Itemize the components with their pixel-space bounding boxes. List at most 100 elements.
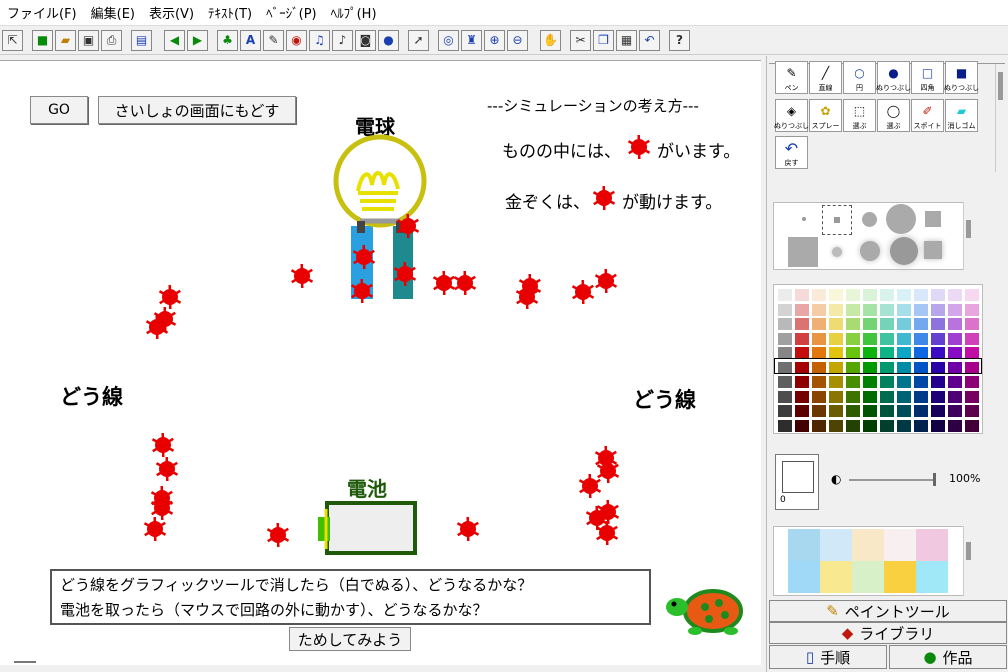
palette-swatch[interactable]: [863, 332, 877, 345]
palette-swatch[interactable]: [778, 289, 792, 301]
tool-scrollbar[interactable]: [995, 64, 1005, 172]
palette-swatch[interactable]: [795, 390, 809, 403]
palette-swatch[interactable]: [880, 303, 894, 316]
palette-swatch[interactable]: [948, 419, 962, 432]
draw-tool-icon[interactable]: ✎: [263, 30, 284, 51]
palette-swatch[interactable]: [812, 332, 826, 345]
music-icon[interactable]: ♫: [309, 30, 330, 51]
cut-icon[interactable]: ✂: [570, 30, 591, 51]
palette-swatch[interactable]: [931, 318, 945, 330]
palette-swatch[interactable]: [965, 318, 979, 330]
character-icon[interactable]: ♣: [217, 30, 238, 51]
mic-icon[interactable]: ♪: [332, 30, 353, 51]
try-button[interactable]: ためしてみよう: [289, 627, 411, 651]
palette-swatch[interactable]: [948, 289, 962, 301]
palette-swatch[interactable]: [948, 303, 962, 316]
current-color-preview[interactable]: 0: [775, 454, 819, 510]
spray-tool[interactable]: ✿ スプレー: [809, 99, 842, 132]
brush-scrollbar[interactable]: [963, 202, 973, 270]
palette-swatch[interactable]: [863, 303, 877, 316]
tab-paint-tools[interactable]: ✎ ペイントツール: [769, 600, 1007, 622]
palette-swatch[interactable]: [846, 376, 860, 388]
palette-swatch[interactable]: [863, 318, 877, 330]
brush-size-picker[interactable]: [773, 202, 971, 270]
globe-icon[interactable]: ●: [378, 30, 399, 51]
palette-swatch[interactable]: [931, 376, 945, 388]
palette-swatch[interactable]: [846, 405, 860, 417]
palette-swatch[interactable]: [965, 289, 979, 301]
palette-swatch[interactable]: [897, 332, 911, 345]
palette-swatch[interactable]: [965, 332, 979, 345]
palette-swatch[interactable]: [795, 289, 809, 301]
palette-swatch[interactable]: [914, 419, 928, 432]
palette-swatch[interactable]: [795, 318, 809, 330]
palette-swatch[interactable]: [829, 376, 843, 388]
palette-swatch[interactable]: [795, 376, 809, 388]
palette-swatch[interactable]: [795, 303, 809, 316]
eraser-tool[interactable]: ▰ 消しゴム: [945, 99, 978, 132]
palette-swatch[interactable]: [812, 303, 826, 316]
texture-scrollbar[interactable]: [963, 526, 973, 596]
palette-swatch[interactable]: [812, 318, 826, 330]
text-tool-icon[interactable]: A: [240, 30, 261, 51]
menu-file[interactable]: ファイル(F): [0, 3, 84, 22]
palette-swatch[interactable]: [880, 289, 894, 301]
fill-tool[interactable]: ◈ ぬりつぶし: [774, 99, 809, 132]
palette-swatch[interactable]: [965, 376, 979, 388]
palette-swatch[interactable]: [846, 332, 860, 345]
opacity-slider[interactable]: [849, 479, 933, 481]
palette-swatch[interactable]: [897, 318, 911, 330]
palette-swatch[interactable]: [778, 376, 792, 388]
undo-tool[interactable]: ↶ 戻す: [775, 136, 808, 169]
palette-swatch[interactable]: [914, 405, 928, 417]
palette-swatch[interactable]: [778, 419, 792, 432]
palette-swatch[interactable]: [965, 303, 979, 316]
palette-swatch[interactable]: [863, 289, 877, 301]
palette-swatch[interactable]: [795, 332, 809, 345]
palette-swatch[interactable]: [829, 405, 843, 417]
palette-swatch[interactable]: [931, 289, 945, 301]
palette-swatch[interactable]: [812, 419, 826, 432]
palette-swatch[interactable]: [846, 289, 860, 301]
menu-view[interactable]: 表示(V): [142, 3, 201, 22]
undo-icon[interactable]: ↶: [639, 30, 660, 51]
view-eye-icon[interactable]: ◎: [438, 30, 459, 51]
palette-swatch[interactable]: [778, 332, 792, 345]
palette-swatch[interactable]: [829, 303, 843, 316]
camera-icon[interactable]: ◙: [355, 30, 376, 51]
palette-swatch[interactable]: [931, 419, 945, 432]
palette-swatch[interactable]: [931, 405, 945, 417]
palette-swatch[interactable]: [863, 376, 877, 388]
pen-tool[interactable]: ✎ ペン: [775, 61, 808, 94]
palette-swatch[interactable]: [880, 405, 894, 417]
rect-tool[interactable]: □ 四角: [911, 61, 944, 94]
menu-page[interactable]: ﾍﾞｰｼﾞ(P): [259, 3, 323, 22]
menu-help[interactable]: ﾍﾙﾌﾟ(H): [324, 3, 384, 22]
opacity-slider-thumb[interactable]: [933, 473, 936, 486]
line-tool[interactable]: ╱ 直線: [809, 61, 842, 94]
palette-swatch[interactable]: [812, 289, 826, 301]
palette-swatch[interactable]: [948, 405, 962, 417]
palette-swatch[interactable]: [897, 303, 911, 316]
palette-swatch[interactable]: [880, 419, 894, 432]
zoom-in-icon[interactable]: ⊕: [484, 30, 505, 51]
palette-swatch[interactable]: [829, 289, 843, 301]
prev-page-icon[interactable]: ◀: [164, 30, 185, 51]
help-button[interactable]: ?: [669, 30, 690, 51]
palette-swatch[interactable]: [812, 390, 826, 403]
menu-text[interactable]: ﾃｷｽﾄ(T): [201, 3, 259, 22]
menu-edit[interactable]: 編集(E): [84, 3, 142, 22]
texture-library[interactable]: [773, 526, 971, 596]
palette-swatch[interactable]: [880, 318, 894, 330]
palette-swatch[interactable]: [812, 376, 826, 388]
palette-swatch[interactable]: [778, 390, 792, 403]
tab-works[interactable]: ● 作品: [889, 645, 1007, 669]
palette-swatch[interactable]: [778, 318, 792, 330]
palette-swatch[interactable]: [778, 405, 792, 417]
eyedropper-tool[interactable]: ✐ スポイト: [911, 99, 944, 132]
eye-tool-icon[interactable]: ◉: [286, 30, 307, 51]
palette-swatch[interactable]: [897, 376, 911, 388]
palette-swatch[interactable]: [914, 289, 928, 301]
stamp-icon[interactable]: ♜: [461, 30, 482, 51]
palette-swatch[interactable]: [829, 332, 843, 345]
